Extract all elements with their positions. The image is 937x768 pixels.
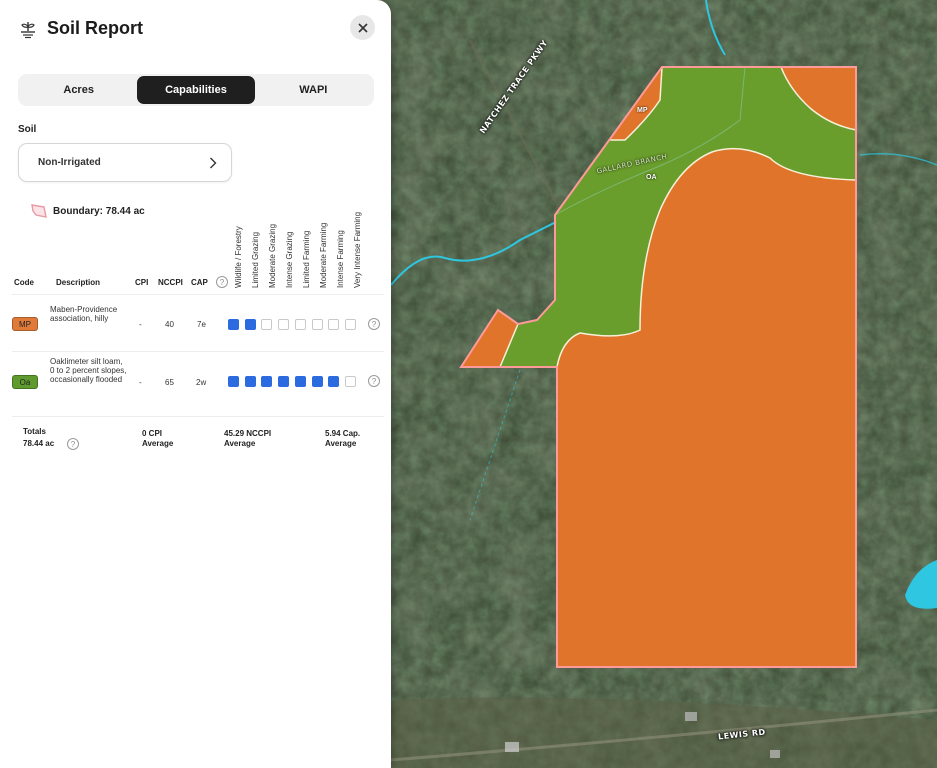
cap-col-moderate-farming: Moderate Farming	[319, 222, 328, 288]
tab-wapi[interactable]: WAPI	[255, 76, 372, 104]
capability-box	[228, 376, 239, 387]
capability-box	[261, 376, 273, 387]
cap-col-limited-farming: Limited Farming	[302, 230, 311, 288]
boundary-summary: Boundary: 78.44 ac	[30, 203, 145, 219]
cpi-value-oa: -	[139, 378, 142, 387]
totals-cap: 5.94 Cap.	[325, 429, 361, 438]
building	[770, 750, 780, 758]
row-help-icon[interactable]: ?	[368, 318, 380, 330]
capability-box	[278, 376, 290, 387]
capability-box	[294, 376, 306, 387]
soil-type-select[interactable]: Non-Irrigated	[18, 143, 232, 182]
capability-box	[294, 319, 306, 330]
totals-help-icon[interactable]: ?	[67, 438, 79, 450]
col-header-cpi: CPI	[135, 278, 149, 287]
report-tabs: Acres Capabilities WAPI	[18, 74, 374, 106]
capability-box	[278, 319, 290, 330]
totals-label: Totals	[23, 427, 46, 436]
soil-plant-icon	[21, 21, 35, 38]
row-separator	[12, 351, 384, 352]
cap-value-oa: 2w	[196, 378, 207, 387]
cap-value-mp: 7e	[197, 320, 206, 329]
building	[685, 712, 697, 721]
totals-acres: 78.44 ac	[23, 439, 55, 448]
soil-code-badge-oa: Oa	[12, 375, 38, 389]
cap-col-wildlife-forestry: Wildlife / Forestry	[234, 226, 243, 288]
col-header-code: Code	[14, 278, 34, 287]
totals-cpi: 0 CPI	[142, 429, 163, 438]
soil-description-mp: Maben-Providence association, hilly	[50, 305, 118, 323]
capability-box	[344, 376, 356, 387]
map-unit-label-mp[interactable]: MP	[637, 107, 648, 114]
col-header-cap: CAP	[191, 278, 208, 287]
capability-box	[328, 376, 340, 387]
soil-type-value: Non-Irrigated	[38, 157, 101, 168]
cap-col-very-intense-farming: Very Intense Farming	[353, 211, 362, 288]
building	[505, 742, 519, 752]
capability-box	[344, 319, 356, 330]
nccpi-value-mp: 40	[165, 320, 174, 329]
chevron-right-icon	[210, 157, 217, 168]
tab-acres[interactable]: Acres	[20, 76, 137, 104]
cap-col-intense-grazing: Intense Grazing	[285, 231, 294, 288]
capability-box	[244, 319, 256, 330]
totals-nccpi: 45.29 NCCPI	[224, 429, 272, 438]
capability-box	[311, 319, 323, 330]
row-separator	[12, 294, 384, 295]
capability-box	[244, 376, 256, 387]
capability-box	[328, 319, 340, 330]
soil-code-badge-mp: MP	[12, 317, 38, 331]
soil-label: Soil	[18, 124, 37, 135]
totals-cpi-sub: Average	[142, 439, 174, 448]
totals-cap-sub: Average	[325, 439, 357, 448]
nccpi-value-oa: 65	[165, 378, 174, 387]
totals-nccpi-sub: Average	[224, 439, 256, 448]
close-button[interactable]	[350, 15, 375, 40]
row-help-icon[interactable]: ?	[368, 375, 380, 387]
col-header-description: Description	[56, 278, 101, 287]
capability-box	[228, 319, 239, 330]
soil-description-oa: Oaklimeter silt loam, 0 to 2 percent slo…	[50, 357, 127, 384]
header-help-icon[interactable]: ?	[216, 276, 228, 288]
boundary-shape-icon	[31, 204, 47, 218]
tab-capabilities[interactable]: Capabilities	[137, 76, 255, 104]
soil-report-panel: Soil Report Acres Capabilities WAPI Soil…	[0, 0, 391, 768]
cpi-value-mp: -	[139, 320, 142, 329]
panel-title: Soil Report	[47, 18, 144, 38]
boundary-acres: Boundary: 78.44 ac	[53, 205, 145, 217]
cap-col-moderate-grazing: Moderate Grazing	[268, 223, 277, 288]
map-unit-label-oa[interactable]: OA	[646, 174, 657, 181]
capability-box	[261, 319, 273, 330]
cap-col-intense-farming: Intense Farming	[336, 230, 345, 288]
row-separator	[12, 416, 384, 417]
panel-header: Soil Report	[18, 18, 143, 39]
capability-box	[311, 376, 323, 387]
close-icon	[357, 22, 368, 33]
col-header-nccpi: NCCPI	[158, 278, 183, 287]
cap-col-limited-grazing: Limited Grazing	[251, 231, 260, 288]
